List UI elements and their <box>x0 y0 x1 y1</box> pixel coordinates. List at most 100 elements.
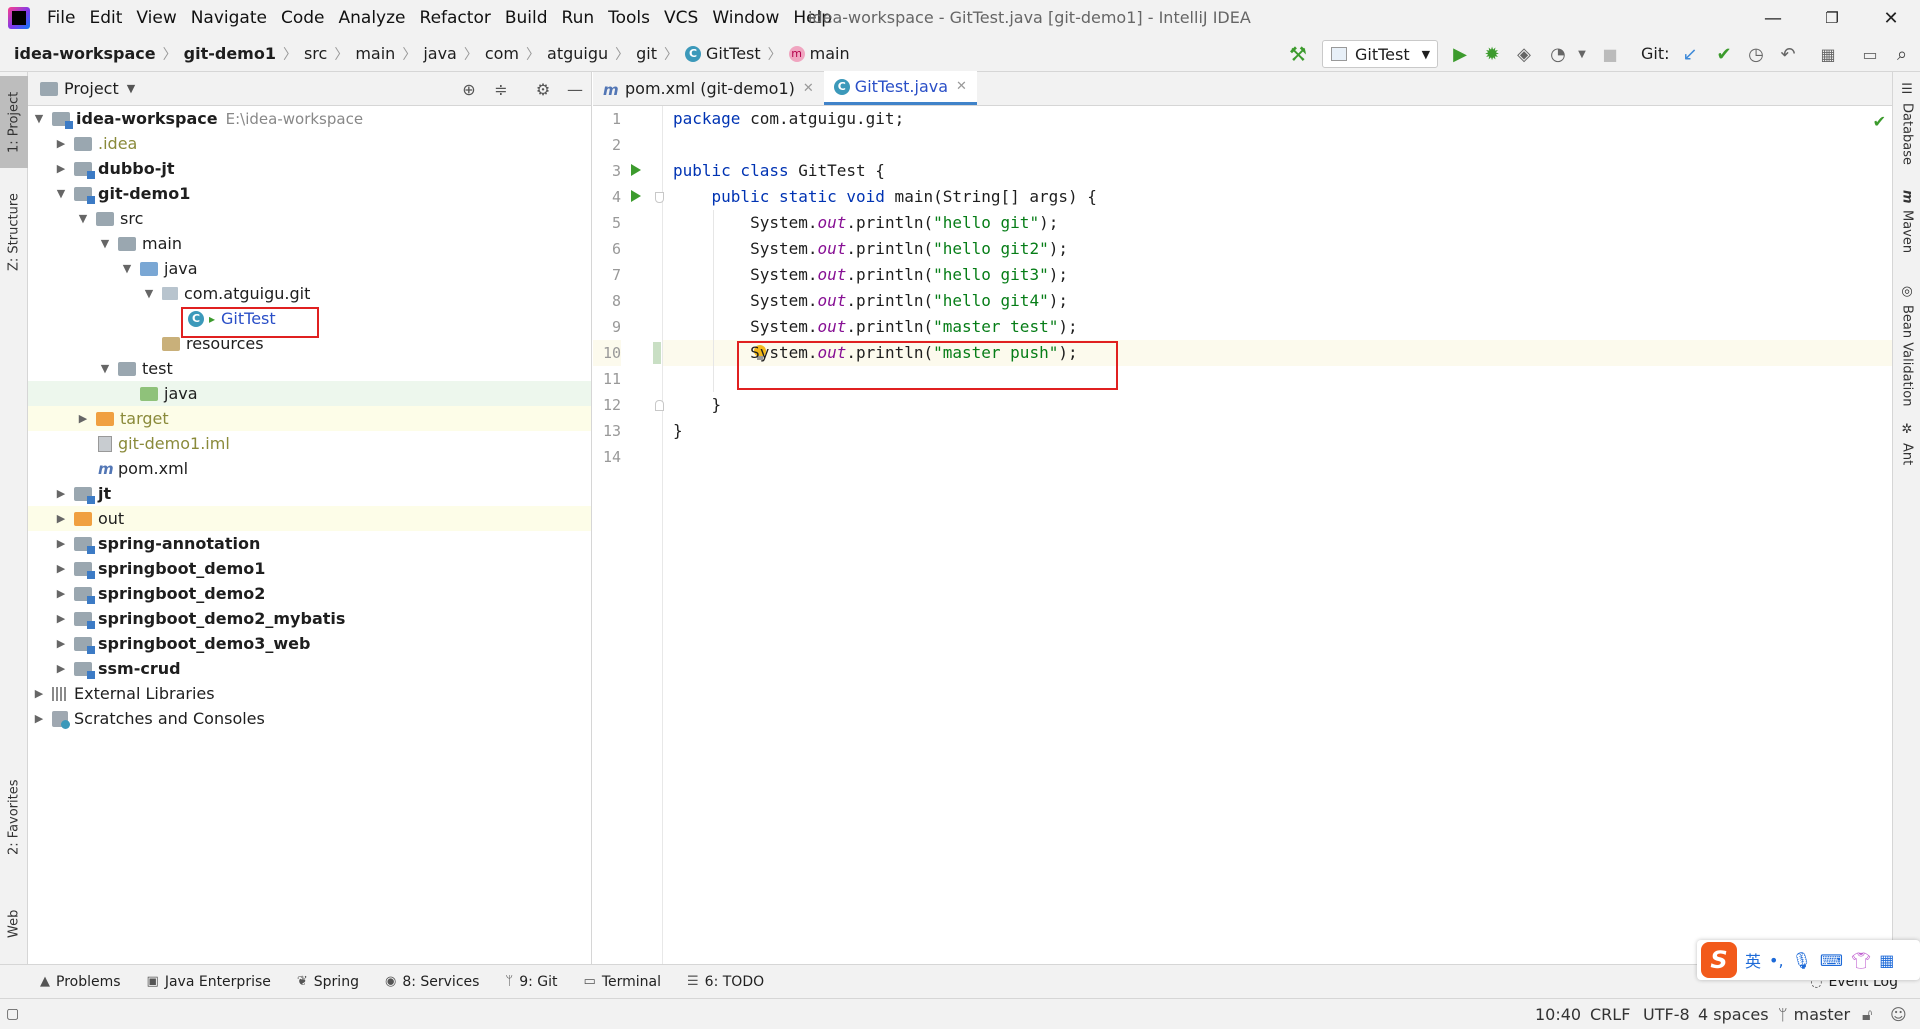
file-encoding[interactable]: UTF-8 <box>1643 999 1690 1029</box>
git-history-icon[interactable]: ◷ <box>1742 40 1770 68</box>
run-configuration-select[interactable]: GitTest ▼ <box>1322 40 1438 68</box>
collapsed-arrow-icon[interactable]: ▶ <box>54 562 68 575</box>
run-anything-icon[interactable]: ▭ <box>1856 40 1884 68</box>
breadcrumb-item[interactable]: java <box>423 36 457 72</box>
breadcrumb-item[interactable]: main <box>355 36 395 72</box>
tab-git[interactable]: ᛘ 9: Git <box>505 974 557 990</box>
collapse-all-icon[interactable]: ≑ <box>488 76 514 102</box>
menu-build[interactable]: Build <box>498 0 555 36</box>
run-main-gutter-icon[interactable] <box>631 190 641 202</box>
tab-terminal[interactable]: ▭ Terminal <box>584 974 661 990</box>
menu-view[interactable]: View <box>129 0 183 36</box>
git-update-icon[interactable]: ↙ <box>1676 40 1704 68</box>
locate-file-icon[interactable]: ⊕ <box>456 76 482 102</box>
tree-node-dubbo-jt[interactable]: ▶ dubbo-jt <box>28 156 591 181</box>
tab-problems[interactable]: ▲ Problems <box>40 974 121 990</box>
tab-bean-validation[interactable]: ◎ Bean Validation <box>1893 284 1920 424</box>
toggle-tool-windows-icon[interactable]: ▢ <box>6 999 19 1029</box>
menu-code[interactable]: Code <box>274 0 332 36</box>
git-branch-widget[interactable]: ᛘ master <box>1778 999 1850 1029</box>
expanded-arrow-icon[interactable]: ▼ <box>142 287 156 300</box>
tab-database[interactable]: ☰ Database <box>1893 82 1920 182</box>
coverage-icon[interactable]: ◈ <box>1510 40 1538 68</box>
close-icon[interactable]: ✕ <box>956 79 967 94</box>
stop-icon[interactable]: ■ <box>1596 40 1624 68</box>
lock-icon[interactable]: 🔓︎ <box>1862 999 1872 1029</box>
collapsed-arrow-icon[interactable]: ▶ <box>54 162 68 175</box>
debug-icon[interactable]: ✹ <box>1478 40 1506 68</box>
tree-node-out[interactable]: ▶ out <box>28 506 591 531</box>
tree-node-resources[interactable]: resources <box>28 331 591 356</box>
build-hammer-icon[interactable]: ⚒ <box>1284 40 1312 68</box>
hide-panel-icon[interactable]: — <box>562 76 588 102</box>
tree-node-git-demo1[interactable]: ▼ git-demo1 <box>28 181 591 206</box>
run-class-gutter-icon[interactable] <box>631 164 641 176</box>
tree-node-springboot-demo3-web[interactable]: ▶ springboot_demo3_web <box>28 631 591 656</box>
menu-navigate[interactable]: Navigate <box>184 0 274 36</box>
tree-node-java-test[interactable]: java <box>28 381 591 406</box>
tree-node-target[interactable]: ▶ target <box>28 406 591 431</box>
breadcrumb-item-method[interactable]: m main <box>788 36 850 72</box>
collapsed-arrow-icon[interactable]: ▶ <box>76 412 90 425</box>
tree-node-jt[interactable]: ▶ jt <box>28 481 591 506</box>
microphone-icon[interactable]: 🎙︎ <box>1792 951 1812 970</box>
tree-node-main[interactable]: ▼ main <box>28 231 591 256</box>
collapsed-arrow-icon[interactable]: ▶ <box>54 137 68 150</box>
tree-node-test[interactable]: ▼ test <box>28 356 591 381</box>
breadcrumb-item[interactable]: idea-workspace <box>14 36 156 72</box>
collapsed-arrow-icon[interactable]: ▶ <box>54 487 68 500</box>
menu-analyze[interactable]: Analyze <box>332 0 413 36</box>
tree-node-package[interactable]: ▼ com.atguigu.git <box>28 281 591 306</box>
tree-node-springboot-demo2[interactable]: ▶ springboot_demo2 <box>28 581 591 606</box>
tab-java-enterprise[interactable]: ▣ Java Enterprise <box>147 974 271 990</box>
minimize-button[interactable]: — <box>1744 0 1802 36</box>
tab-web[interactable]: Web <box>0 894 28 954</box>
restore-button[interactable]: ❐ <box>1803 0 1861 36</box>
ime-logo-icon[interactable]: S <box>1701 942 1737 978</box>
breadcrumb-item[interactable]: atguigu <box>547 36 608 72</box>
tab-todo[interactable]: ☰ 6: TODO <box>687 974 764 990</box>
skin-icon[interactable]: 👕︎ <box>1851 951 1871 970</box>
menu-window[interactable]: Window <box>705 0 786 36</box>
gear-icon[interactable]: ⚙ <box>530 76 556 102</box>
ime-punctuation-toggle[interactable]: •, <box>1769 951 1784 970</box>
breadcrumb-item-class[interactable]: C GitTest <box>685 36 761 72</box>
collapsed-arrow-icon[interactable]: ▶ <box>54 512 68 525</box>
tree-node-springboot-demo1[interactable]: ▶ springboot_demo1 <box>28 556 591 581</box>
breadcrumb-item[interactable]: git <box>636 36 657 72</box>
expanded-arrow-icon[interactable]: ▼ <box>98 362 112 375</box>
expanded-arrow-icon[interactable]: ▼ <box>32 112 46 125</box>
menu-edit[interactable]: Edit <box>82 0 129 36</box>
collapsed-arrow-icon[interactable]: ▶ <box>54 662 68 675</box>
project-structure-icon[interactable]: ▦ <box>1814 40 1842 68</box>
caret-position[interactable]: 10:40 <box>1535 999 1581 1029</box>
tab-services[interactable]: ◉ 8: Services <box>385 974 479 990</box>
line-separator[interactable]: CRLF <box>1590 999 1630 1029</box>
indent-setting[interactable]: 4 spaces <box>1698 999 1769 1029</box>
tab-favorites[interactable]: 2: Favorites <box>0 772 28 862</box>
tree-node-java-src[interactable]: ▼ java <box>28 256 591 281</box>
toolbox-grid-icon[interactable]: ▦ <box>1879 951 1894 970</box>
tab-project[interactable]: 1: Project <box>0 76 28 168</box>
tab-gittest-java[interactable]: C GitTest.java ✕ <box>823 71 977 105</box>
run-icon[interactable]: ▶ <box>1446 40 1474 68</box>
menu-vcs[interactable]: VCS <box>657 0 705 36</box>
tree-node-idea[interactable]: ▶ .idea <box>28 131 591 156</box>
memory-indicator-icon[interactable]: ☺︎ <box>1890 999 1907 1029</box>
tree-node-springboot-demo2-mybatis[interactable]: ▶ springboot_demo2_mybatis <box>28 606 591 631</box>
tree-node-ssm-crud[interactable]: ▶ ssm-crud <box>28 656 591 681</box>
menu-file[interactable]: File <box>40 0 82 36</box>
collapsed-arrow-icon[interactable]: ▶ <box>32 712 46 725</box>
tree-node-idea-workspace[interactable]: ▼ idea-workspace E:\idea-workspace <box>28 106 591 131</box>
expanded-arrow-icon[interactable]: ▼ <box>54 187 68 200</box>
expanded-arrow-icon[interactable]: ▼ <box>120 262 134 275</box>
search-icon[interactable]: ⌕ <box>1888 40 1916 68</box>
tree-node-pom[interactable]: m pom.xml <box>28 456 591 481</box>
menu-tools[interactable]: Tools <box>601 0 657 36</box>
tree-node-iml[interactable]: git-demo1.iml <box>28 431 591 456</box>
expanded-arrow-icon[interactable]: ▼ <box>98 237 112 250</box>
collapsed-arrow-icon[interactable]: ▶ <box>32 687 46 700</box>
inspection-ok-icon[interactable]: ✔ <box>1873 112 1886 131</box>
tree-node-scratches[interactable]: ▶ Scratches and Consoles <box>28 706 591 731</box>
collapsed-arrow-icon[interactable]: ▶ <box>54 612 68 625</box>
